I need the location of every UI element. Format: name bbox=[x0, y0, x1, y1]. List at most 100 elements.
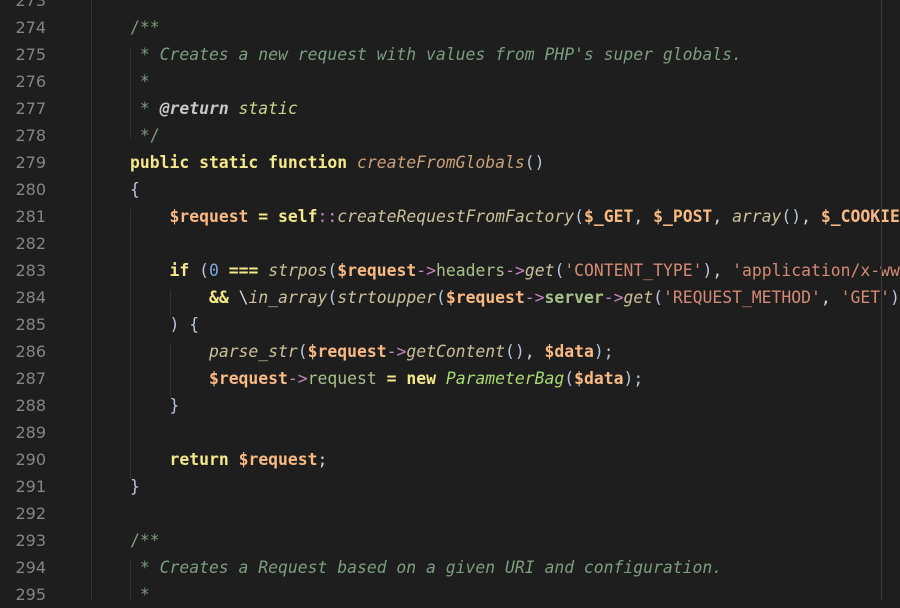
code-token: createFromGlobals bbox=[356, 153, 525, 172]
code-text: $request = self::createRequestFromFactor… bbox=[130, 203, 899, 230]
code-line[interactable]: 275 * Creates a new request with values … bbox=[0, 41, 900, 68]
code-line[interactable]: 284 && \in_array(strtoupper($request->se… bbox=[0, 284, 900, 311]
code-token: ( bbox=[297, 342, 308, 361]
code-token: static bbox=[228, 99, 298, 118]
code-text: if (0 === strpos($request->headers->get(… bbox=[130, 257, 900, 284]
code-token: ( bbox=[327, 288, 338, 307]
code-token: $data bbox=[574, 369, 624, 388]
code-line[interactable]: 294 * Creates a Request based on a given… bbox=[0, 554, 900, 581]
code-token: -> bbox=[524, 288, 545, 307]
code-token: * bbox=[130, 99, 160, 118]
code-token: === bbox=[218, 261, 269, 280]
code-token: getContent bbox=[406, 342, 506, 361]
line-number: 282 bbox=[15, 234, 46, 253]
code-token: \ bbox=[228, 288, 249, 307]
code-line[interactable]: 276 * bbox=[0, 68, 900, 95]
line-number: 284 bbox=[15, 288, 46, 307]
code-line[interactable]: 274 /** bbox=[0, 14, 900, 41]
code-text: * @return static bbox=[130, 95, 298, 122]
code-token: ( bbox=[327, 261, 338, 280]
code-line[interactable]: 281 $request = self::createRequestFromFa… bbox=[0, 203, 900, 230]
code-token: return bbox=[169, 450, 229, 469]
code-text: && \in_array(strtoupper($request->server… bbox=[130, 284, 900, 311]
editor-ruler bbox=[881, 0, 882, 600]
code-token: request bbox=[307, 369, 377, 388]
code-token: -> bbox=[287, 369, 308, 388]
code-token: , bbox=[712, 207, 733, 226]
code-token: in_array bbox=[248, 288, 328, 307]
code-token: , bbox=[524, 342, 545, 361]
code-token: ) { bbox=[169, 315, 200, 334]
code-line[interactable]: 295 * bbox=[0, 581, 900, 608]
line-number: 281 bbox=[15, 207, 46, 226]
code-token: ; bbox=[317, 450, 328, 469]
code-token: $request bbox=[238, 450, 318, 469]
code-token: array bbox=[732, 207, 782, 226]
code-token: $request bbox=[307, 342, 387, 361]
line-number: 288 bbox=[15, 396, 46, 415]
code-line[interactable]: 277 * @return static bbox=[0, 95, 900, 122]
code-text: * bbox=[130, 68, 150, 95]
code-line[interactable]: 293 /** bbox=[0, 527, 900, 554]
code-line[interactable]: 292 bbox=[0, 500, 900, 527]
line-number: 274 bbox=[15, 18, 46, 37]
line-number: 276 bbox=[15, 72, 46, 91]
code-text: * bbox=[130, 581, 150, 608]
code-text: * Creates a Request based on a given URI… bbox=[130, 554, 722, 581]
code-line[interactable]: 288 } bbox=[0, 392, 900, 419]
code-line[interactable]: 280 { bbox=[0, 176, 900, 203]
code-line[interactable]: 285 ) { bbox=[0, 311, 900, 338]
line-number: 280 bbox=[15, 180, 46, 199]
code-token: new bbox=[406, 369, 436, 388]
code-editor[interactable]: 273 274 /** 275 * Creates a new request wit… bbox=[0, 0, 900, 608]
code-token: ( bbox=[574, 207, 584, 226]
line-number: 285 bbox=[15, 315, 46, 334]
code-token: = bbox=[376, 369, 407, 388]
code-token: /** bbox=[130, 531, 160, 550]
line-number: 293 bbox=[15, 531, 46, 550]
line-number: 292 bbox=[15, 504, 46, 523]
code-token: , bbox=[712, 261, 733, 280]
code-token: get bbox=[623, 288, 654, 307]
code-token: strtoupper bbox=[337, 288, 436, 307]
code-line[interactable]: 286 parse_str($request->getContent(), $d… bbox=[0, 338, 900, 365]
code-token: -> bbox=[505, 261, 525, 280]
code-line[interactable]: 290 return $request; bbox=[0, 446, 900, 473]
code-line[interactable]: 279 public static function createFromGlob… bbox=[0, 149, 900, 176]
code-token: ); bbox=[593, 342, 614, 361]
line-number: 279 bbox=[15, 153, 46, 172]
code-token: */ bbox=[130, 126, 160, 145]
code-token: 'CONTENT_TYPE' bbox=[564, 261, 703, 280]
code-token: $_POST bbox=[653, 207, 713, 226]
line-number: 294 bbox=[15, 558, 46, 577]
code-token: createRequestFromFactory bbox=[337, 207, 575, 226]
code-token: $request bbox=[169, 207, 249, 226]
code-token: /** bbox=[130, 18, 160, 37]
line-number: 291 bbox=[15, 477, 46, 496]
code-line[interactable]: 283 if (0 === strpos($request->headers->… bbox=[0, 257, 900, 284]
code-token: $request bbox=[208, 369, 288, 388]
code-token: * Creates a Request based on a given URI… bbox=[130, 558, 723, 577]
code-token: 'REQUEST_METHOD' bbox=[663, 288, 821, 307]
line-number: 277 bbox=[15, 99, 46, 118]
line-number: 295 bbox=[15, 585, 46, 604]
code-token: 'application/x-www bbox=[732, 261, 900, 280]
code-text: /** bbox=[130, 527, 160, 554]
code-text: } bbox=[130, 392, 179, 419]
code-line[interactable]: 289 bbox=[0, 419, 900, 446]
code-token: get bbox=[524, 261, 555, 280]
code-line[interactable]: 278 */ bbox=[0, 122, 900, 149]
code-line[interactable]: 273 bbox=[0, 0, 900, 14]
code-line[interactable]: 282 bbox=[0, 230, 900, 257]
indent-guide bbox=[170, 344, 171, 398]
line-number: 290 bbox=[15, 450, 46, 469]
code-token: -> bbox=[603, 288, 624, 307]
code-text: parse_str($request->getContent(), $data)… bbox=[130, 338, 614, 365]
code-token: ( bbox=[554, 261, 565, 280]
code-token: () bbox=[781, 207, 802, 226]
code-line[interactable]: 287 $request->request = new ParameterBag… bbox=[0, 365, 900, 392]
code-line[interactable]: 291} bbox=[0, 473, 900, 500]
